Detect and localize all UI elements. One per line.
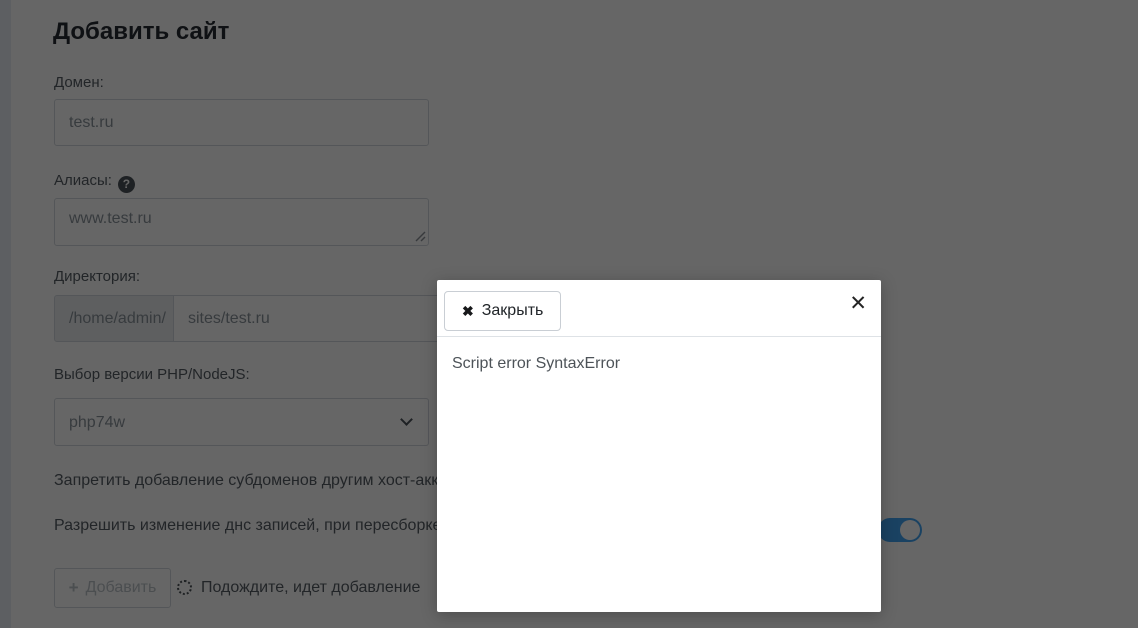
corner-close-icon[interactable]: ✕ [849, 293, 867, 314]
close-button[interactable]: ✖ Закрыть [444, 291, 562, 331]
close-x-icon: ✖ [462, 302, 474, 319]
modal-message: Script error SyntaxError [452, 355, 621, 372]
modal-header: ✖ Закрыть ✕ [437, 280, 881, 337]
close-button-label: Закрыть [481, 302, 544, 319]
add-site-page: Добавить сайт Домен: Алиасы:? www.test.r… [0, 0, 1138, 628]
error-modal: ✖ Закрыть ✕ Script error SyntaxError [437, 280, 881, 612]
